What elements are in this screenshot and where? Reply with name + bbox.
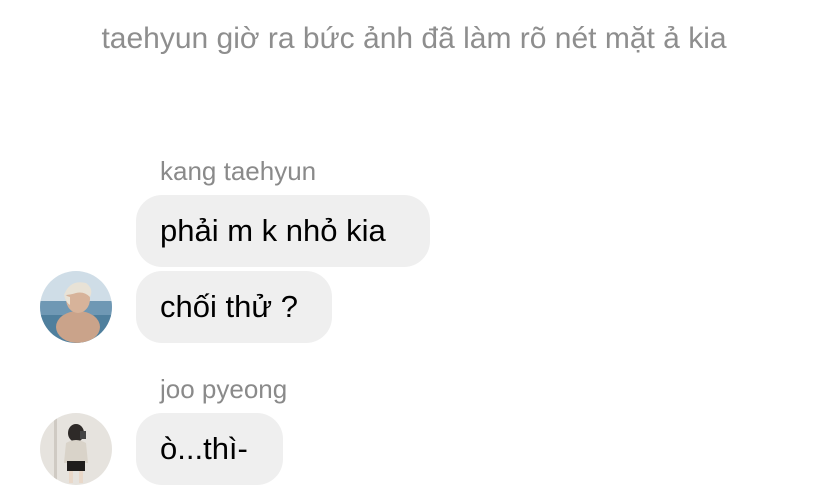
avatar-kang-taehyun[interactable] bbox=[40, 271, 112, 343]
message-text: phải m k nhỏ kia bbox=[160, 213, 386, 248]
message-bubble[interactable]: chối thử ? bbox=[136, 271, 332, 343]
system-note: taehyun giờ ra bức ảnh đã làm rõ nét mặt… bbox=[101, 22, 727, 55]
message-text: chối thử ? bbox=[160, 289, 298, 324]
sender-name-kang-taehyun: kang taehyun bbox=[160, 156, 317, 186]
message-text: ò...thì- bbox=[160, 431, 248, 466]
sender-name-joo-pyeong: joo pyeong bbox=[160, 374, 288, 404]
message-bubble[interactable]: phải m k nhỏ kia bbox=[136, 195, 430, 267]
user-photo-mirror-icon bbox=[40, 413, 112, 485]
message-bubble[interactable]: ò...thì- bbox=[136, 413, 283, 485]
avatar-joo-pyeong[interactable] bbox=[40, 413, 112, 485]
user-photo-beach-icon bbox=[40, 271, 112, 343]
